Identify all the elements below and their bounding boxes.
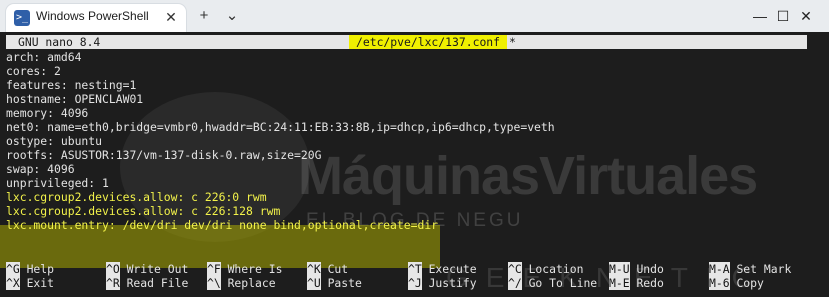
shortcut-label: Paste	[327, 276, 362, 290]
tab-powershell[interactable]: >_ Windows PowerShell ✕	[6, 4, 186, 32]
shortcut-key: ^U	[307, 276, 321, 290]
shortcut-key: ^T	[408, 262, 422, 276]
file-line: lxc.cgroup2.devices.allow: c 226:128 rwm	[6, 204, 281, 218]
shortcut-label: Copy	[736, 276, 764, 290]
shortcut-exit[interactable]: ^X Exit	[6, 276, 54, 290]
shortcut-key: ^F	[207, 262, 221, 276]
file-line: ostype: ubuntu	[6, 134, 103, 148]
shortcut-label: Write Out	[126, 262, 189, 276]
watermark-main: MáquinasVirtuales	[298, 146, 758, 206]
new-tab-button[interactable]: +	[192, 4, 216, 28]
shortcut-label: Justify	[428, 276, 477, 290]
shortcut-key: ^\	[207, 276, 221, 290]
shortcut-label: Cut	[327, 262, 349, 276]
close-window-button[interactable]: ✕	[783, 0, 829, 32]
file-line: swap: 4096	[6, 162, 75, 176]
shortcut-label: Execute	[428, 262, 477, 276]
shortcut-where-is[interactable]: ^F Where Is	[207, 262, 282, 276]
shortcut-key: ^R	[106, 276, 120, 290]
file-line: lxc.mount.entry: /dev/dri dev/dri none b…	[6, 218, 439, 232]
shortcut-label: Undo	[636, 262, 664, 276]
shortcut-label: Exit	[26, 276, 55, 290]
shortcut-help[interactable]: ^G Help	[6, 262, 54, 276]
shortcut-key: M-U	[609, 262, 630, 276]
shortcut-undo[interactable]: M-U Undo	[609, 262, 664, 276]
shortcut-key: ^K	[307, 262, 321, 276]
nano-filename: /etc/pve/lxc/137.conf	[356, 35, 501, 49]
file-line: arch: amd64	[6, 50, 82, 64]
shortcut-label: Go To Line	[528, 276, 598, 290]
shortcut-label: Set Mark	[736, 262, 792, 276]
shortcut-key: M-A	[709, 262, 730, 276]
shortcut-replace[interactable]: ^\ Replace	[207, 276, 276, 290]
file-line: rootfs: ASUSTOR:137/vm-137-disk-0.raw,si…	[6, 148, 322, 162]
file-line: unprivileged: 1	[6, 176, 109, 190]
modified-marker: *	[509, 35, 516, 49]
shortcut-label: Where Is	[227, 262, 283, 276]
shortcut-justify[interactable]: ^J Justify	[408, 276, 477, 290]
shortcut-key: ^C	[508, 262, 522, 276]
file-line: cores: 2	[6, 64, 61, 78]
tab-dropdown-icon[interactable]: ⌄	[220, 4, 244, 28]
tab-close-icon[interactable]: ✕	[162, 8, 180, 26]
file-line: hostname: OPENCLAW01	[6, 92, 144, 106]
shortcut-key: M-E	[609, 276, 630, 290]
tab-title: Windows PowerShell	[36, 9, 149, 23]
shortcut-label: Replace	[227, 276, 276, 290]
shortcut-label: Read File	[126, 276, 189, 290]
shortcut-location[interactable]: ^C Location	[508, 262, 583, 276]
shortcut-key: ^G	[6, 262, 20, 276]
shortcut-write-out[interactable]: ^O Write Out	[106, 262, 188, 276]
shortcut-paste[interactable]: ^U Paste	[307, 276, 362, 290]
terminal[interactable]: MáquinasVirtuales EL BLOG DE NEGU GEEKNE…	[0, 32, 829, 297]
shortcut-key: M-6	[709, 276, 730, 290]
title-bar: >_ Windows PowerShell ✕ + ⌄ — ☐ ✕	[0, 0, 829, 32]
shortcut-key: ^X	[6, 276, 20, 290]
file-line: net0: name=eth0,bridge=vmbr0,hwaddr=BC:2…	[6, 120, 555, 134]
shortcut-key: ^O	[106, 262, 120, 276]
shortcut-label: Location	[528, 262, 584, 276]
shortcut-key: ^J	[408, 276, 422, 290]
file-line: lxc.cgroup2.devices.allow: c 226:0 rwm	[6, 190, 267, 204]
shortcut-redo[interactable]: M-E Redo	[609, 276, 664, 290]
shortcut-label: Help	[26, 262, 55, 276]
shortcut-execute[interactable]: ^T Execute	[408, 262, 477, 276]
shortcut-key: ^/	[508, 276, 522, 290]
shortcut-set-mark[interactable]: M-A Set Mark	[709, 262, 791, 276]
shortcut-cut[interactable]: ^K Cut	[307, 262, 348, 276]
nano-version: GNU nano 8.4	[18, 35, 101, 49]
shortcut-copy[interactable]: M-6 Copy	[709, 276, 764, 290]
shortcut-label: Redo	[636, 276, 664, 290]
powershell-icon: >_	[14, 10, 30, 26]
shortcut-read-file[interactable]: ^R Read File	[106, 276, 188, 290]
file-line: features: nesting=1	[6, 78, 137, 92]
nano-header: GNU nano 8.4 /etc/pve/lxc/137.conf *	[6, 35, 807, 49]
shortcut-go-to-line[interactable]: ^/ Go To Line	[508, 276, 597, 290]
file-line: memory: 4096	[6, 106, 89, 120]
